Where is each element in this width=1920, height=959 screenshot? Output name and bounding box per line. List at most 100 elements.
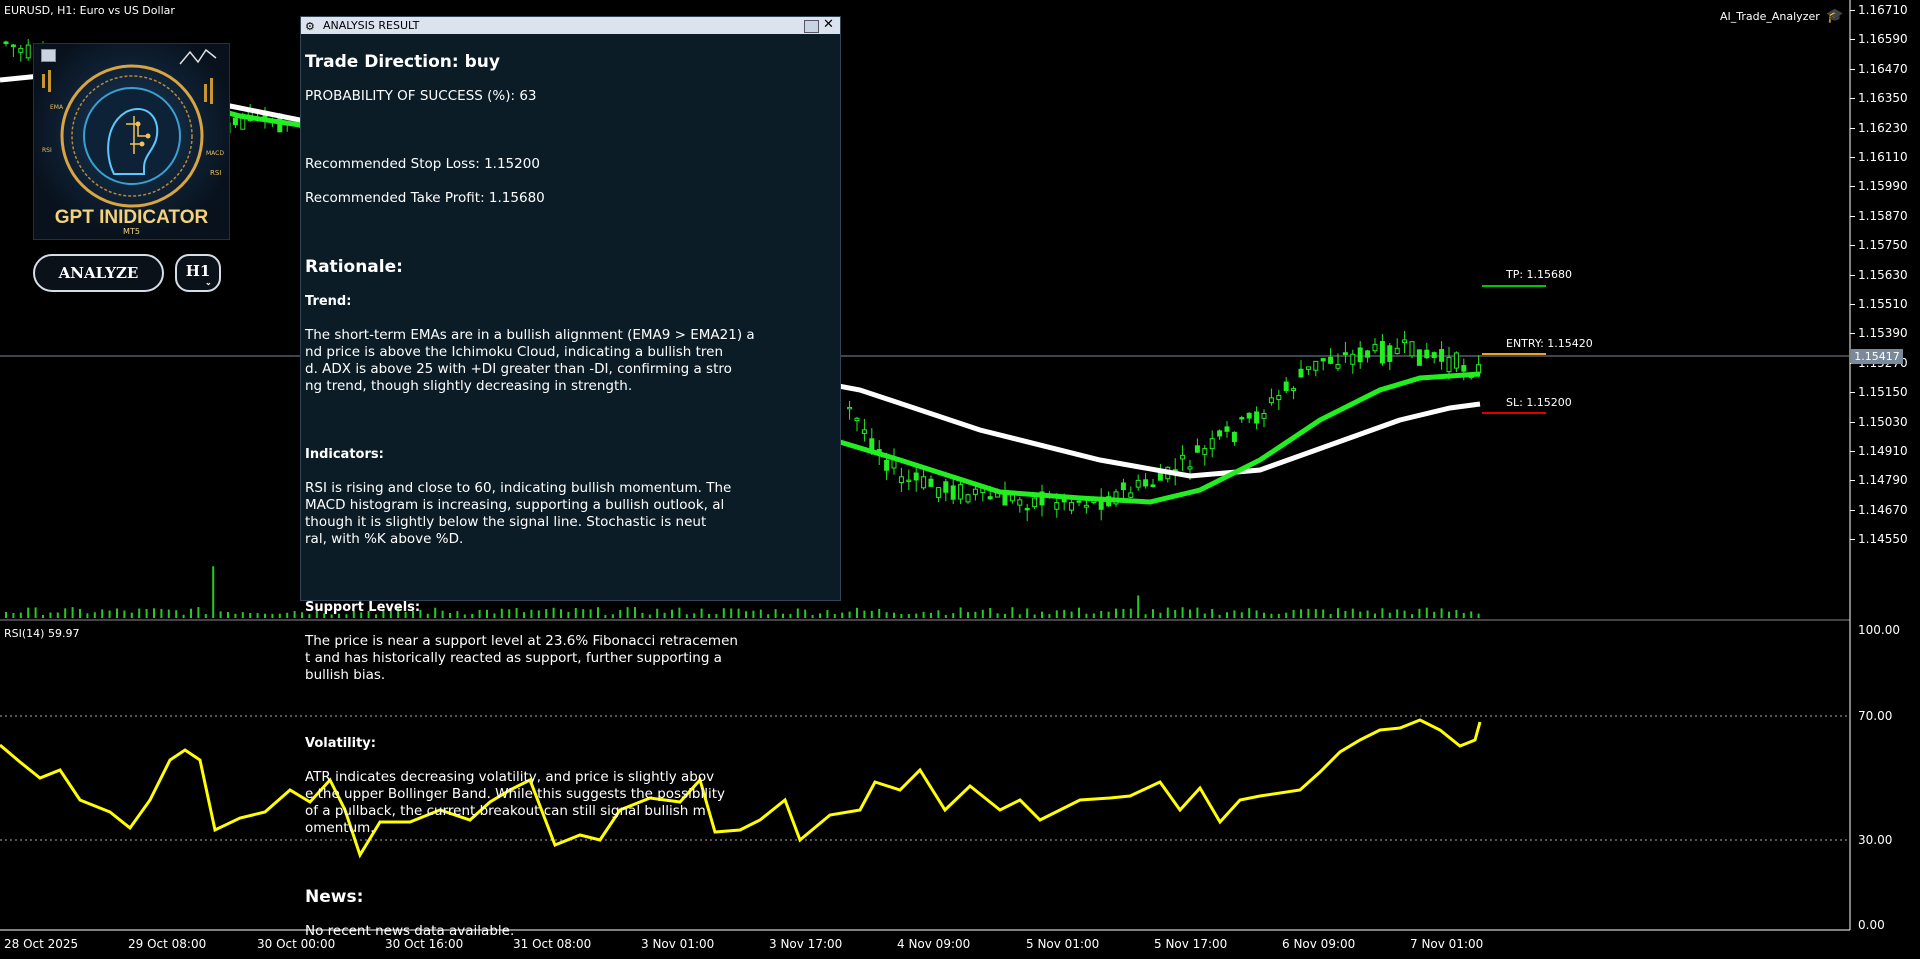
candle: [1350, 349, 1356, 374]
time-axis-label: 7 Nov 01:00: [1410, 937, 1484, 951]
volume-bar: [1411, 614, 1413, 618]
sl-label: SL: 1.15200: [1506, 396, 1572, 409]
candle: [1313, 360, 1319, 377]
volume-bar: [1388, 612, 1391, 618]
price-axis-tick: [1850, 157, 1855, 158]
close-icon[interactable]: ✕: [823, 16, 834, 33]
volume-bar: [1418, 608, 1421, 618]
price-axis-label: 1.15990: [1858, 179, 1908, 194]
candle: [1357, 341, 1363, 369]
volume-bar: [1026, 608, 1029, 618]
candle: [1291, 386, 1297, 400]
candle: [1039, 484, 1045, 517]
candle: [861, 418, 867, 442]
volume-bar: [1255, 610, 1258, 618]
rsi-axis-70: 70.00: [1858, 709, 1893, 723]
time-axis-label: 5 Nov 17:00: [1154, 937, 1228, 951]
volume-bar: [197, 607, 200, 618]
candle: [1342, 341, 1348, 363]
volume-bar: [19, 612, 22, 618]
price-chart[interactable]: [0, 0, 1920, 956]
candle: [1032, 497, 1038, 510]
news-text: No recent news data available.: [305, 923, 515, 939]
timeframe-button[interactable]: H1 ⌄: [175, 254, 221, 292]
volume-bar: [1403, 610, 1406, 618]
candle: [1128, 486, 1134, 498]
volume-bar: [1381, 608, 1384, 618]
volume-bar: [1448, 611, 1450, 618]
gpt-indicator-logo: RSI MACD EMA RSI GPT INIDICATOR MT5: [33, 43, 230, 240]
price-axis-tick: [1850, 333, 1855, 335]
candle: [1261, 409, 1267, 428]
volume-bar: [1374, 613, 1376, 618]
volume-bar: [101, 609, 104, 618]
volume-bar: [878, 608, 881, 618]
volume-bar: [1018, 614, 1021, 618]
logo-title: GPT INIDICATOR: [54, 207, 209, 228]
candle: [1217, 429, 1223, 440]
support-levels-text: The price is near a support level at 23.…: [305, 633, 738, 683]
price-axis-tick: [1850, 304, 1855, 305]
volume-bar: [1277, 613, 1280, 618]
volume-bar: [1107, 611, 1110, 618]
analyze-button[interactable]: ANALYZE: [33, 254, 164, 292]
volume-bar: [1270, 613, 1273, 618]
chevron-down-icon: ⌄: [205, 277, 212, 287]
volume-bar: [1322, 609, 1325, 618]
volume-bar: [1240, 612, 1243, 618]
price-axis-label: 1.15390: [1858, 326, 1908, 341]
minimize-icon[interactable]: [41, 49, 56, 62]
time-axis-label: 5 Nov 01:00: [1026, 937, 1100, 951]
candle: [1231, 431, 1237, 446]
logo-subtitle: MT5: [123, 227, 140, 236]
candle: [854, 416, 860, 432]
candle: [958, 480, 964, 504]
candle: [1180, 445, 1186, 471]
volume-bar: [1004, 613, 1006, 618]
volume-bar: [79, 608, 81, 618]
volume-bar: [900, 614, 903, 618]
price-axis-tick: [1850, 245, 1855, 247]
candle: [1320, 358, 1326, 371]
price-axis-tick: [1850, 10, 1855, 11]
volume-bar: [219, 611, 222, 618]
candle: [1076, 499, 1082, 507]
analysis-result-window[interactable]: ⚙ ANALYSIS RESULT ✕ Trade Direction: buy…: [300, 16, 841, 939]
candle: [1194, 438, 1200, 453]
volume-bar: [249, 612, 252, 618]
volume-bar: [153, 608, 155, 618]
volume-bar: [1041, 611, 1043, 618]
price-axis-tick: [1850, 392, 1855, 394]
volume-bar: [1470, 611, 1473, 618]
minimize-window-icon[interactable]: [804, 20, 819, 33]
candle: [1254, 406, 1260, 430]
current-price-tag: 1.15417: [1851, 349, 1903, 364]
candle: [1202, 445, 1208, 466]
logo-label-macd: MACD: [206, 150, 224, 157]
volatility-text: ATR indicates decreasing volatility, and…: [305, 769, 725, 836]
candle: [928, 475, 934, 487]
volume-bar: [848, 611, 851, 618]
volume-bar: [49, 612, 52, 618]
volume-bar: [1189, 609, 1191, 618]
candle: [1283, 377, 1289, 394]
volume-bar: [293, 611, 296, 618]
candle: [1276, 389, 1282, 410]
volume-bar: [1211, 608, 1214, 618]
price-axis-label: 1.16230: [1858, 120, 1908, 135]
candle: [1017, 497, 1023, 513]
candle: [1224, 420, 1230, 438]
volume-bar: [870, 610, 873, 618]
candle: [950, 478, 956, 504]
volume-bar: [1048, 614, 1051, 618]
stop-loss-recommendation: Recommended Stop Loss: 1.15200: [305, 156, 540, 172]
volume-bar: [175, 610, 178, 618]
price-axis-label: 1.15030: [1858, 414, 1908, 429]
candle: [18, 44, 24, 62]
volume-bar: [996, 613, 999, 618]
analysis-titlebar[interactable]: ⚙ ANALYSIS RESULT ✕: [301, 17, 840, 34]
volume-bar: [1092, 613, 1095, 618]
candle: [1246, 412, 1252, 424]
price-axis-label: 1.15150: [1858, 385, 1908, 400]
price-axis-label: 1.15630: [1858, 267, 1908, 282]
